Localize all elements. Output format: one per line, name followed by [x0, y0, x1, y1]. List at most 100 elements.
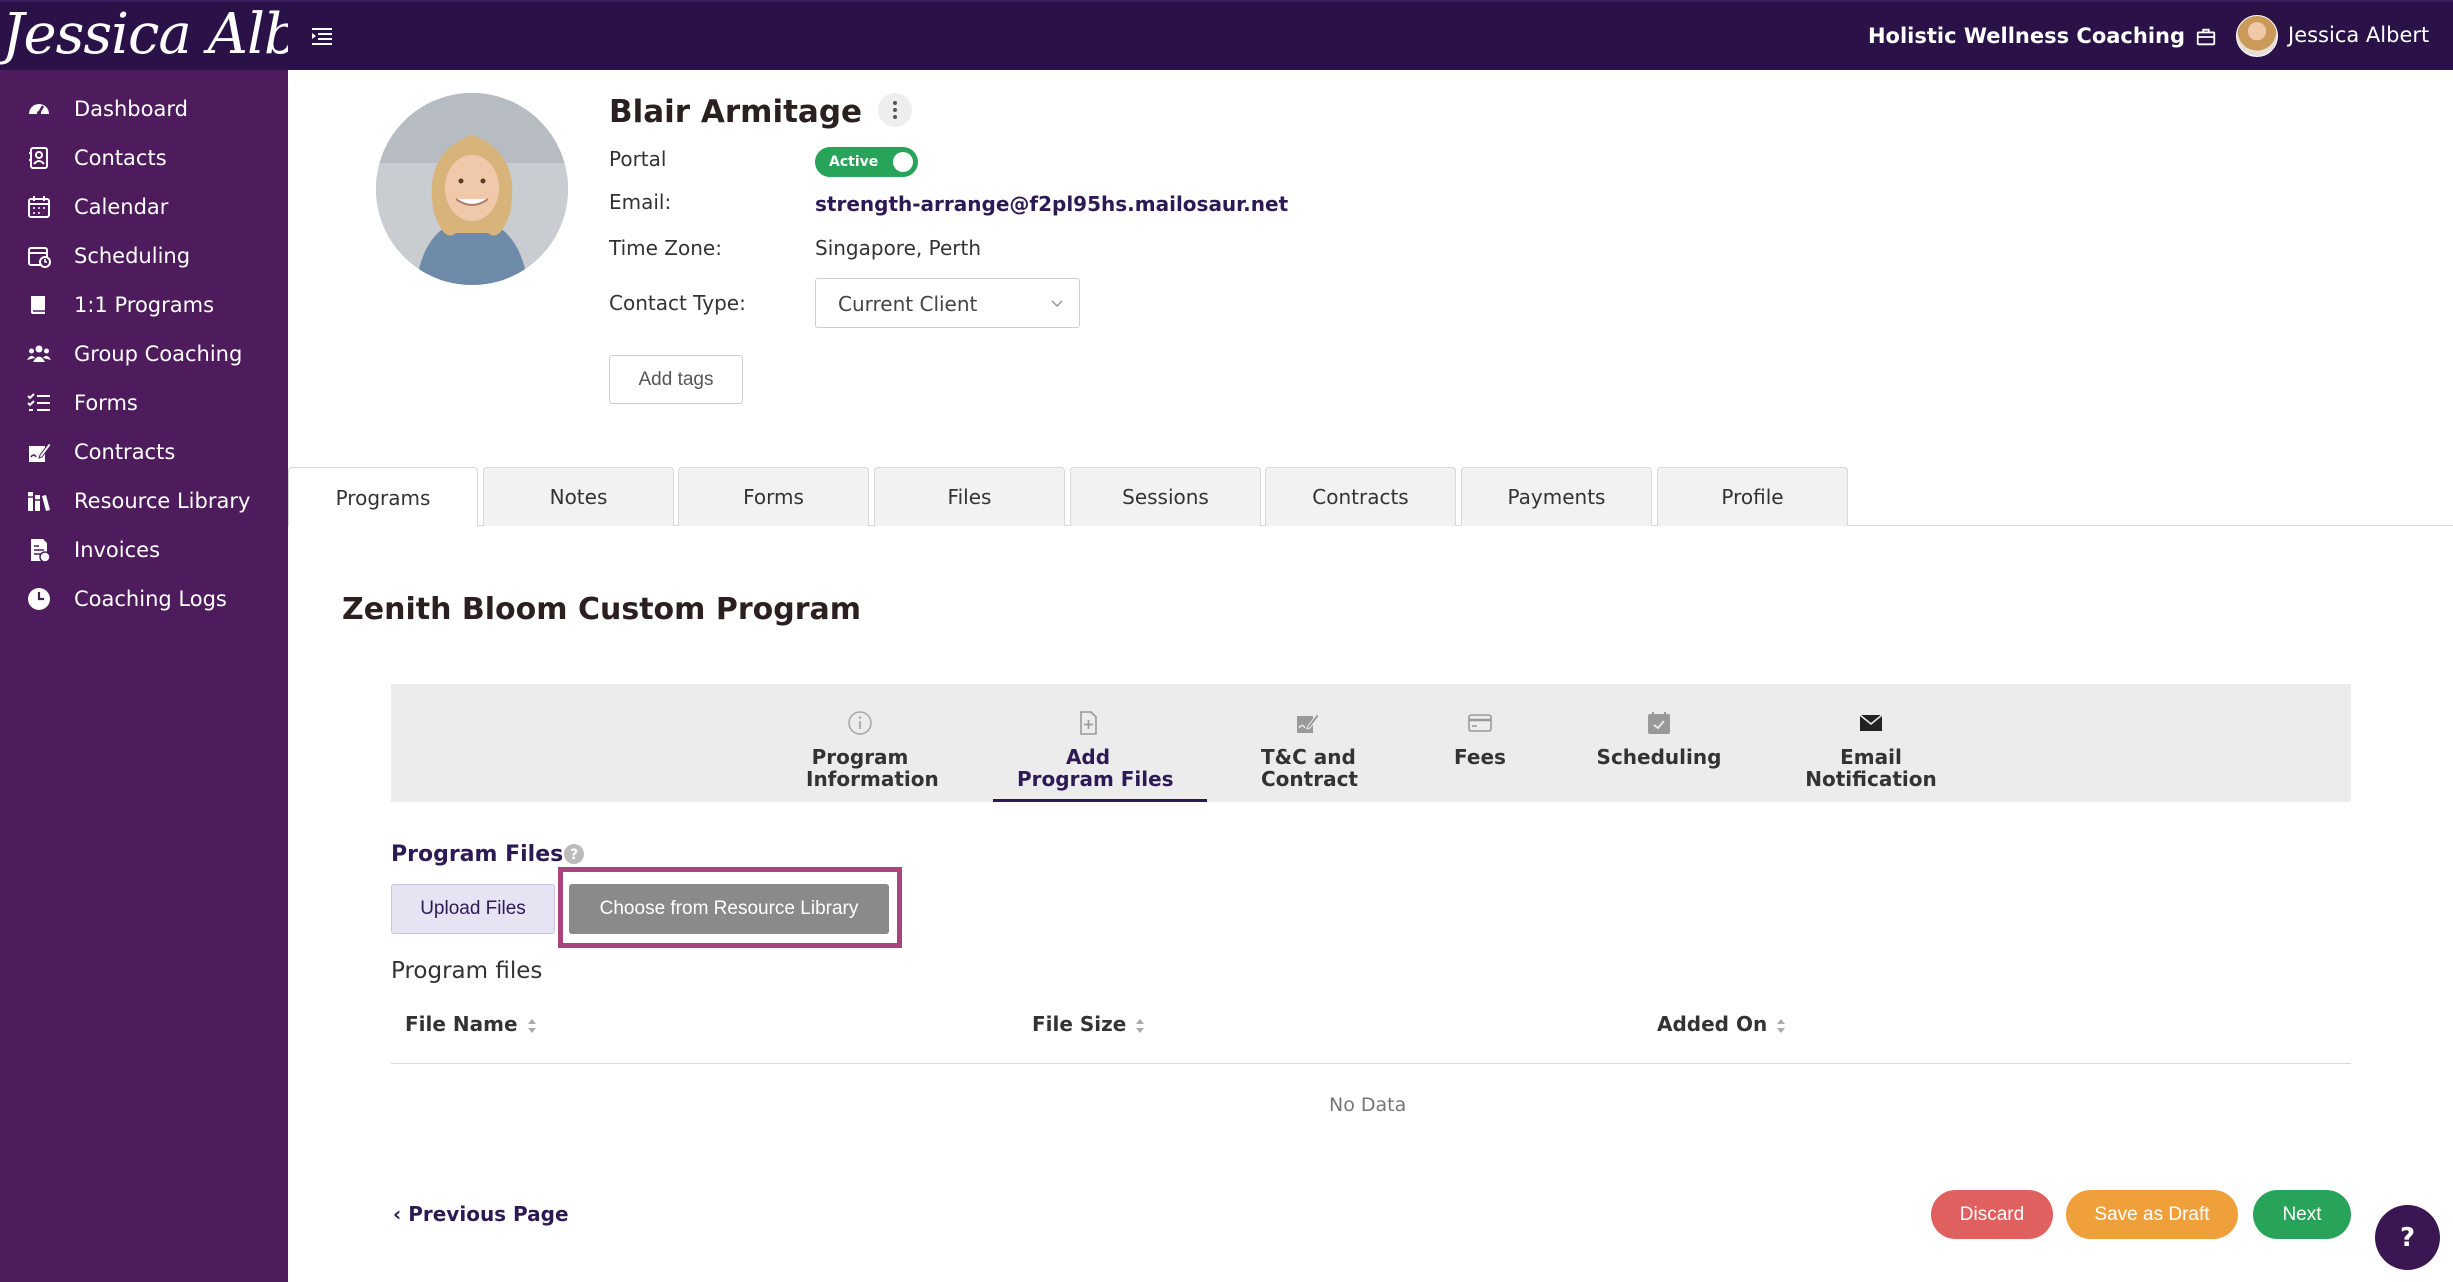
checklist-icon: [27, 393, 50, 411]
signature-doc-icon: [1297, 713, 1320, 733]
sidebar-item-label: Calendar: [74, 195, 169, 219]
step-label-line1: Scheduling: [1596, 745, 1722, 769]
chevron-left-icon: ‹: [393, 1202, 409, 1226]
calendar-check-icon: [1648, 712, 1670, 734]
signature-icon: [29, 442, 52, 462]
contact-name: Blair Armitage: [609, 94, 863, 130]
sidebar: Dashboard Contacts Calendar Scheduling 1…: [0, 70, 288, 1282]
column-label: File Size: [1032, 1012, 1127, 1036]
help-circle-icon[interactable]: ?: [563, 843, 585, 865]
sidebar-item-programs[interactable]: 1:1 Programs: [0, 280, 288, 330]
sidebar-item-forms[interactable]: Forms: [0, 378, 288, 428]
user-name[interactable]: Jessica Albert: [2288, 23, 2429, 47]
step-fees[interactable]: Fees: [1452, 710, 1508, 768]
column-label: File Name: [405, 1012, 518, 1036]
active-step-indicator: [993, 799, 1207, 802]
step-label-line1: Add: [1065, 745, 1111, 769]
contacts-icon: [29, 147, 48, 169]
more-options-button[interactable]: [878, 93, 912, 127]
save-as-draft-button[interactable]: Save as Draft: [2066, 1190, 2238, 1239]
sidebar-item-label: Resource Library: [74, 489, 251, 513]
step-label-line1: Program: [811, 745, 909, 769]
choose-from-library-button[interactable]: Choose from Resource Library: [569, 884, 889, 934]
sidebar-item-label: Forms: [74, 391, 138, 415]
portal-status: Active: [829, 154, 879, 170]
toggle-knob: [893, 152, 913, 172]
brand-logo[interactable]: Jessica Albert: [0, 2, 288, 72]
calendar-icon: [28, 196, 50, 218]
sidebar-item-group-coaching[interactable]: Group Coaching: [0, 329, 288, 379]
tab-profile[interactable]: Profile: [1657, 467, 1848, 526]
step-tc-contract[interactable]: T&C and Contract: [1261, 710, 1358, 791]
previous-page-label: Previous Page: [408, 1202, 569, 1226]
tab-files[interactable]: Files: [874, 467, 1065, 526]
sidebar-item-contacts[interactable]: Contacts: [0, 133, 288, 183]
sidebar-item-label: Group Coaching: [74, 342, 243, 366]
column-header-added-on[interactable]: Added On: [1657, 1012, 1787, 1036]
sidebar-item-label: Contracts: [74, 440, 176, 464]
portal-toggle[interactable]: Active: [815, 147, 918, 177]
timezone-label: Time Zone:: [609, 236, 722, 260]
contact-type-label: Contact Type:: [609, 291, 746, 315]
top-bar: Jessica Albert Holistic Wellness Coachin…: [0, 0, 2453, 70]
add-tags-button[interactable]: Add tags: [609, 355, 743, 404]
upload-files-button[interactable]: Upload Files: [391, 884, 555, 934]
email-label: Email:: [609, 190, 672, 214]
step-add-program-files[interactable]: Add Program Files: [1017, 710, 1174, 791]
sort-icon[interactable]: [526, 1017, 538, 1035]
table-divider: [391, 1063, 2351, 1064]
step-scheduling[interactable]: Scheduling: [1596, 710, 1722, 768]
empty-table-message: No Data: [1329, 1094, 1407, 1116]
sidebar-item-label: Invoices: [74, 538, 161, 562]
sort-icon[interactable]: [1775, 1017, 1787, 1035]
tab-forms[interactable]: Forms: [678, 467, 869, 526]
program-title: Zenith Bloom Custom Program: [342, 592, 862, 627]
sidebar-item-contracts[interactable]: Contracts: [0, 427, 288, 477]
column-header-file-size[interactable]: File Size: [1032, 1012, 1146, 1036]
tab-contracts[interactable]: Contracts: [1265, 467, 1456, 526]
menu-toggle-icon[interactable]: [310, 24, 334, 48]
user-avatar[interactable]: [2236, 15, 2278, 57]
library-icon: [28, 492, 50, 511]
tab-programs[interactable]: Programs: [288, 467, 478, 527]
sidebar-item-invoices[interactable]: Invoices: [0, 525, 288, 575]
dashboard-icon: [29, 104, 49, 115]
program-files-heading: Program files: [391, 958, 543, 984]
step-label-line2: Notification: [1805, 767, 1937, 791]
step-label-line2: Contract: [1261, 767, 1358, 791]
step-label-line2: Program Files: [1017, 767, 1174, 791]
step-label-line1: Email: [1840, 745, 1902, 769]
step-email-notification[interactable]: Email Notification: [1804, 710, 1938, 790]
briefcase-icon[interactable]: [2195, 26, 2217, 48]
timezone-value: Singapore, Perth: [815, 236, 982, 260]
program-steps: Program Information Add Program Files T&…: [391, 684, 2351, 802]
sidebar-item-calendar[interactable]: Calendar: [0, 182, 288, 232]
group-icon: [27, 345, 51, 362]
previous-page-link[interactable]: ‹ Previous Page: [393, 1202, 569, 1226]
column-label: Added On: [1657, 1012, 1768, 1036]
envelope-icon: [1859, 714, 1883, 731]
next-button[interactable]: Next: [2253, 1190, 2351, 1239]
help-button[interactable]: ?: [2375, 1205, 2440, 1270]
sidebar-item-coaching-logs[interactable]: Coaching Logs: [0, 574, 288, 624]
sort-icon[interactable]: [1134, 1017, 1146, 1035]
tab-notes[interactable]: Notes: [483, 467, 674, 526]
contact-type-select[interactable]: Current Client: [815, 278, 1080, 328]
sidebar-item-resource-library[interactable]: Resource Library: [0, 476, 288, 526]
tab-payments[interactable]: Payments: [1461, 467, 1652, 526]
credit-card-icon: [1468, 714, 1492, 732]
sidebar-item-scheduling[interactable]: Scheduling: [0, 231, 288, 281]
column-header-file-name[interactable]: File Name: [405, 1012, 538, 1036]
sidebar-item-label: Scheduling: [74, 244, 191, 268]
book-icon: [31, 296, 45, 314]
step-program-information[interactable]: Program Information: [806, 710, 939, 791]
step-label-line1: Fees: [1454, 745, 1506, 769]
business-name[interactable]: Holistic Wellness Coaching: [1868, 24, 2185, 48]
portal-label: Portal: [609, 147, 667, 171]
email-value[interactable]: strength-arrange@f2pl95hs.mailosaur.net: [815, 192, 1288, 216]
tab-sessions[interactable]: Sessions: [1070, 467, 1261, 526]
sidebar-item-dashboard[interactable]: Dashboard: [0, 84, 288, 134]
step-label-line2: Information: [806, 767, 939, 791]
discard-button[interactable]: Discard: [1931, 1190, 2053, 1239]
step-label-line1: T&C and: [1261, 745, 1356, 769]
